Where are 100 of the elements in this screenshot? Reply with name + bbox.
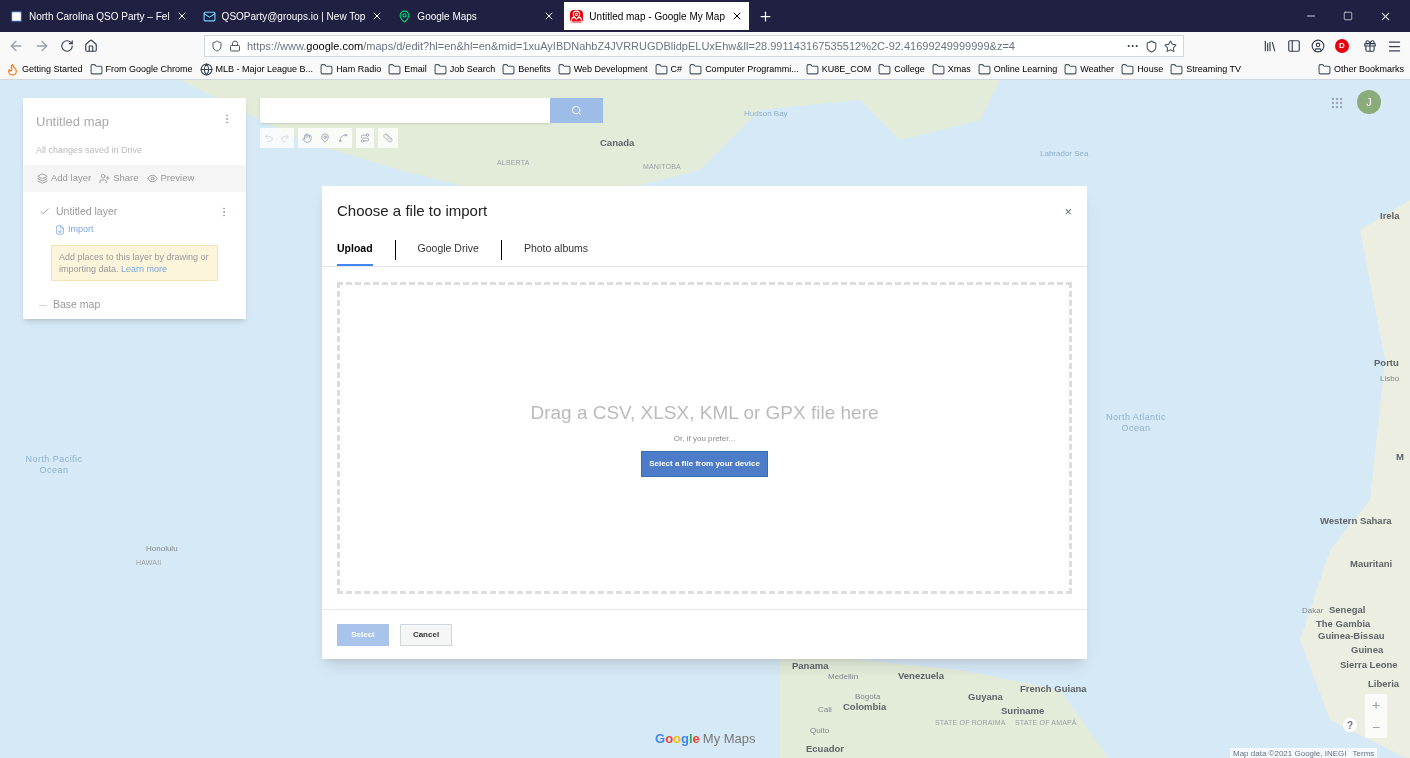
site-favicon-icon: [10, 9, 23, 23]
bookmark-item[interactable]: Getting Started: [6, 62, 83, 77]
terms-link[interactable]: Terms: [1352, 748, 1375, 758]
library-icon[interactable]: [1263, 39, 1277, 53]
folder-icon: [689, 63, 703, 76]
bookmark-item[interactable]: Online Learning: [977, 62, 1058, 77]
dialog-tab[interactable]: Google Drive: [417, 234, 479, 266]
bookmark-item[interactable]: KU8E_COM: [805, 62, 872, 77]
browser-tab[interactable]: North Carolina QSO Party – Fel: [4, 2, 194, 30]
restore-icon[interactable]: [1343, 11, 1353, 21]
browser-tab[interactable]: Untitled map - Google My Map: [564, 2, 749, 30]
new-tab-icon[interactable]: [758, 8, 773, 24]
folder-icon: [805, 63, 819, 76]
drop-zone[interactable]: Drag a CSV, XLSX, KML or GPX file here Or, if you prefer... Select a file from your device: [337, 281, 1072, 594]
file-download-icon: [55, 224, 65, 235]
folder-icon: [977, 63, 991, 76]
folder-icon: [557, 63, 571, 76]
bookmark-item[interactable]: MLB - Major League B...: [199, 62, 314, 77]
map-label: Dakar: [1302, 605, 1324, 617]
folder-icon: [388, 63, 402, 76]
map-label: Liberia: [1368, 677, 1400, 691]
browser-tab[interactable]: Google Maps: [392, 2, 562, 30]
map-label: North Pacific Ocean: [24, 454, 84, 476]
bookmark-star-icon[interactable]: [1164, 39, 1177, 53]
back-icon[interactable]: [8, 38, 24, 54]
map-label: Guinea: [1351, 643, 1384, 657]
map-label: Labrador Sea: [1040, 148, 1089, 160]
bookmark-item[interactable]: C#: [654, 62, 683, 77]
reload-icon[interactable]: [60, 39, 74, 53]
marker-icon[interactable]: [320, 133, 330, 143]
map-pin-favicon-icon: [570, 9, 584, 23]
tab-title: QSOParty@groups.io | New Top: [221, 9, 366, 24]
page-actions-menu[interactable]: ···: [1127, 37, 1139, 55]
folder-icon: [1170, 63, 1184, 76]
map-label: Lisbo: [1380, 373, 1400, 385]
map-label: Ecuador: [806, 742, 844, 756]
forward-icon[interactable]: [34, 38, 50, 54]
preview-icon: [146, 173, 158, 184]
address-bar[interactable]: https://www.google.com/maps/d/edit?hl=en&hl=en&mid=1xuAyIBDNahbZ4JVRRUGDBlidpELUxEhw&ll=28.991143167535512%2C-92.41699249999999&z=4 ···: [204, 35, 1184, 57]
sidebar-icon[interactable]: [1287, 39, 1301, 53]
map-label: Guinea-Bissau: [1318, 629, 1385, 643]
folder-icon: [502, 63, 516, 76]
layer-hint: Add places to this layer by drawing or importing data. Learn more: [51, 245, 218, 282]
other-bookmarks[interactable]: Other Bookmarks: [1317, 62, 1404, 77]
folder-icon: [1064, 63, 1078, 76]
alternative-hint: Or, if you prefer...: [673, 433, 736, 445]
map-label: North Atlantic Ocean: [1106, 412, 1166, 434]
extension-badge[interactable]: D: [1335, 39, 1349, 53]
bookmark-item[interactable]: Xmas: [931, 62, 971, 77]
map-label: Western Sahara: [1320, 514, 1392, 528]
map-label: Colombia: [843, 701, 887, 714]
bookmark-item[interactable]: Streaming TV: [1170, 62, 1241, 77]
dialog-title: Choose a file to import: [337, 201, 489, 221]
map-label: M: [1396, 450, 1404, 464]
select-device-file-button[interactable]: Select a file from your device: [641, 451, 768, 477]
search-field[interactable]: [260, 98, 550, 123]
folder-icon: [878, 63, 892, 76]
dialog-tab[interactable]: Photo albums: [523, 234, 589, 266]
shield-icon: [211, 40, 223, 52]
map-pin-favicon-icon: [398, 9, 412, 23]
folder-icon: [320, 63, 334, 76]
bookmark-item[interactable]: Ham Radio: [320, 62, 382, 77]
dialog-tab[interactable]: Upload: [337, 234, 373, 266]
menu-icon[interactable]: [1387, 38, 1402, 54]
map-label: Medellín: [828, 671, 859, 683]
bookmark-item[interactable]: Weather: [1064, 62, 1115, 77]
tab-title: Untitled map - Google My Map: [589, 9, 725, 24]
help-button[interactable]: ?: [1343, 718, 1357, 732]
gift-icon[interactable]: [1363, 39, 1377, 53]
close-tab-icon[interactable]: [731, 10, 743, 22]
bookmark-item[interactable]: From Google Chrome: [89, 62, 193, 77]
firefox-icon: [6, 63, 19, 76]
map-label: The Gambia: [1316, 617, 1371, 631]
map-label: Suriname: [1001, 704, 1045, 718]
bookmark-item[interactable]: Computer Programmi...: [689, 62, 799, 77]
bookmark-item[interactable]: College: [878, 62, 925, 77]
map-label: Honolulu: [146, 543, 178, 555]
bookmark-item[interactable]: Benefits: [502, 62, 551, 77]
folder-icon: [1121, 63, 1135, 76]
search-icon: [571, 105, 582, 116]
hand-icon[interactable]: [302, 133, 312, 143]
map-label: Venezuela: [898, 669, 944, 683]
bookmark-item[interactable]: Web Development: [557, 62, 648, 77]
bookmark-item[interactable]: Email: [388, 62, 427, 77]
home-icon[interactable]: [84, 39, 98, 53]
lock-icon: [229, 40, 241, 52]
close-button[interactable]: ×: [1064, 201, 1072, 221]
bookmark-item[interactable]: Job Search: [433, 62, 496, 77]
drop-instruction: Drag a CSV, XLSX, KML or GPX file here: [530, 400, 879, 425]
account-icon[interactable]: [1311, 39, 1325, 53]
map-label: Hudson Bay: [744, 108, 788, 120]
directions-icon[interactable]: [360, 133, 370, 143]
map-label: Sierra Leone: [1340, 658, 1398, 672]
browser-tab[interactable]: QSOParty@groups.io | New Top: [196, 2, 390, 30]
map-label: Canada: [600, 136, 635, 150]
folder-icon: [1317, 63, 1331, 76]
bookmark-item[interactable]: House: [1121, 62, 1164, 77]
cancel-button[interactable]: Cancel: [400, 623, 452, 646]
apps-grid-icon[interactable]: [1330, 96, 1344, 110]
my-maps-logo: Google My Maps: [655, 730, 756, 748]
